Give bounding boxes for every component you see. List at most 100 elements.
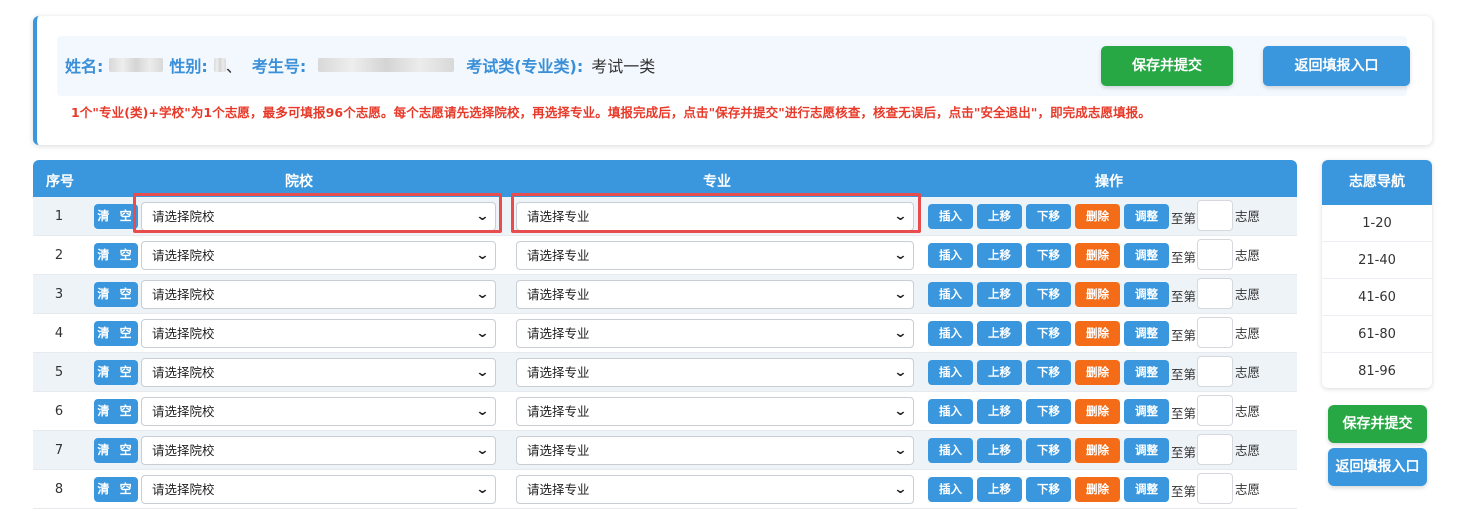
chevron-down-icon: ⌄ [893, 287, 908, 302]
move-up-button[interactable]: 上移 [977, 399, 1022, 424]
clear-button[interactable]: 清 空 [94, 399, 138, 424]
adjust-button[interactable]: 调整 [1124, 204, 1169, 229]
sidebar-return-entry-button[interactable]: 返回填报入口 [1328, 448, 1427, 486]
major-select[interactable]: 请选择专业 ⌄ [516, 358, 914, 387]
target-position-input[interactable] [1197, 317, 1233, 348]
delete-button[interactable]: 删除 [1075, 360, 1120, 385]
nav-item-21-40[interactable]: 21-40 [1322, 242, 1432, 279]
gender-value-masked [213, 58, 226, 72]
clear-button[interactable]: 清 空 [94, 282, 138, 307]
move-down-button[interactable]: 下移 [1026, 321, 1071, 346]
clear-button[interactable]: 清 空 [94, 477, 138, 502]
target-position-input[interactable] [1197, 473, 1233, 504]
major-select[interactable]: 请选择专业 ⌄ [516, 397, 914, 426]
save-submit-button[interactable]: 保存并提交 [1101, 46, 1233, 86]
insert-button[interactable]: 插入 [928, 204, 973, 229]
row-index: 7 [54, 443, 64, 458]
major-select[interactable]: 请选择专业 ⌄ [516, 475, 914, 504]
delete-button[interactable]: 删除 [1075, 243, 1120, 268]
clear-button[interactable]: 清 空 [94, 360, 138, 385]
move-up-button[interactable]: 上移 [977, 282, 1022, 307]
move-up-button[interactable]: 上移 [977, 204, 1022, 229]
to-position-label: 至第 [1171, 367, 1197, 382]
wish-suffix-label: 志愿 [1235, 209, 1261, 224]
clear-button[interactable]: 清 空 [94, 243, 138, 268]
sidebar-save-submit-button[interactable]: 保存并提交 [1328, 405, 1427, 443]
clear-button[interactable]: 清 空 [94, 204, 138, 229]
move-up-button[interactable]: 上移 [977, 243, 1022, 268]
major-select[interactable]: 请选择专业 ⌄ [516, 319, 914, 348]
nav-item-41-60[interactable]: 41-60 [1322, 279, 1432, 316]
clear-button[interactable]: 清 空 [94, 438, 138, 463]
chevron-down-icon: ⌄ [893, 482, 908, 497]
adjust-button[interactable]: 调整 [1124, 282, 1169, 307]
school-select[interactable]: 请选择院校 ⌄ [141, 397, 496, 426]
move-down-button[interactable]: 下移 [1026, 204, 1071, 229]
table-row: 7 清 空请选择院校 ⌄ 请选择专业 ⌄ 插入 上移 下移 删除 调整 至第 志愿 [33, 431, 1297, 470]
table-row: 6 清 空请选择院校 ⌄ 请选择专业 ⌄ 插入 上移 下移 删除 调整 至第 志愿 [33, 392, 1297, 431]
target-position-input[interactable] [1197, 434, 1233, 465]
insert-button[interactable]: 插入 [928, 360, 973, 385]
school-select[interactable]: 请选择院校 ⌄ [141, 241, 496, 270]
wish-suffix-label: 志愿 [1235, 326, 1261, 341]
chevron-down-icon: ⌄ [893, 404, 908, 419]
school-select[interactable]: 请选择院校 ⌄ [141, 436, 496, 465]
adjust-button[interactable]: 调整 [1124, 399, 1169, 424]
target-position-input[interactable] [1197, 395, 1233, 426]
insert-button[interactable]: 插入 [928, 321, 973, 346]
clear-button[interactable]: 清 空 [94, 321, 138, 346]
school-select[interactable]: 请选择院校 ⌄ [141, 475, 496, 504]
delete-button[interactable]: 删除 [1075, 438, 1120, 463]
nav-item-61-80[interactable]: 61-80 [1322, 316, 1432, 353]
adjust-button[interactable]: 调整 [1124, 477, 1169, 502]
move-up-button[interactable]: 上移 [977, 321, 1022, 346]
insert-button[interactable]: 插入 [928, 282, 973, 307]
major-select[interactable]: 请选择专业 ⌄ [516, 241, 914, 270]
insert-button[interactable]: 插入 [928, 243, 973, 268]
school-select[interactable]: 请选择院校 ⌄ [141, 358, 496, 387]
move-down-button[interactable]: 下移 [1026, 399, 1071, 424]
row-index: 5 [54, 365, 64, 380]
school-select[interactable]: 请选择院校 ⌄ [141, 319, 496, 348]
row-index: 2 [54, 248, 64, 263]
return-entry-button[interactable]: 返回填报入口 [1263, 46, 1410, 86]
target-position-input[interactable] [1197, 278, 1233, 309]
target-position-input[interactable] [1197, 356, 1233, 387]
target-position-input[interactable] [1197, 239, 1233, 270]
move-down-button[interactable]: 下移 [1026, 438, 1071, 463]
delete-button[interactable]: 删除 [1075, 282, 1120, 307]
chevron-down-icon: ⌄ [893, 443, 908, 458]
delete-button[interactable]: 删除 [1075, 399, 1120, 424]
move-down-button[interactable]: 下移 [1026, 360, 1071, 385]
to-position-label: 至第 [1171, 250, 1197, 265]
major-select[interactable]: 请选择专业 ⌄ [516, 280, 914, 309]
move-up-button[interactable]: 上移 [977, 477, 1022, 502]
student-info-line: 姓名: 性别: 、 考生号: 考试类(专业类): 考试一类 [65, 53, 655, 77]
nav-item-81-96[interactable]: 81-96 [1322, 353, 1432, 388]
adjust-button[interactable]: 调整 [1124, 243, 1169, 268]
adjust-button[interactable]: 调整 [1124, 360, 1169, 385]
chevron-down-icon: ⌄ [475, 482, 490, 497]
wish-suffix-label: 志愿 [1235, 404, 1261, 419]
move-up-button[interactable]: 上移 [977, 438, 1022, 463]
to-position-label: 至第 [1171, 484, 1197, 499]
delete-button[interactable]: 删除 [1075, 321, 1120, 346]
table-row: 3 清 空请选择院校 ⌄ 请选择专业 ⌄ 插入 上移 下移 删除 调整 至第 志愿 [33, 275, 1297, 314]
gender-label: 性别: [169, 57, 208, 76]
move-down-button[interactable]: 下移 [1026, 243, 1071, 268]
target-position-input[interactable] [1197, 200, 1233, 231]
move-down-button[interactable]: 下移 [1026, 477, 1071, 502]
move-up-button[interactable]: 上移 [977, 360, 1022, 385]
insert-button[interactable]: 插入 [928, 438, 973, 463]
adjust-button[interactable]: 调整 [1124, 321, 1169, 346]
instructions-notice: 1个"专业(类)+学校"为1个志愿，最多可填报96个志愿。每个志愿请先选择院校，… [71, 105, 1151, 120]
delete-button[interactable]: 删除 [1075, 477, 1120, 502]
school-select[interactable]: 请选择院校 ⌄ [141, 280, 496, 309]
move-down-button[interactable]: 下移 [1026, 282, 1071, 307]
insert-button[interactable]: 插入 [928, 399, 973, 424]
nav-item-1-20[interactable]: 1-20 [1322, 205, 1432, 242]
major-select[interactable]: 请选择专业 ⌄ [516, 436, 914, 465]
delete-button[interactable]: 删除 [1075, 204, 1120, 229]
insert-button[interactable]: 插入 [928, 477, 973, 502]
adjust-button[interactable]: 调整 [1124, 438, 1169, 463]
